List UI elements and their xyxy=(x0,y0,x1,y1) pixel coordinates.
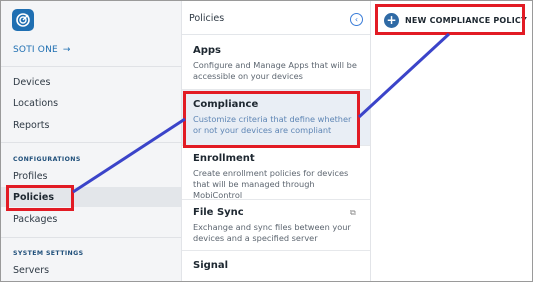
annotation-arrows xyxy=(72,32,451,194)
window-frame: SOTI ONE → Devices Locations Reports CONF… xyxy=(0,0,533,282)
arrow-policies-to-compliance xyxy=(72,117,186,194)
arrow-compliance-to-new-policy xyxy=(357,32,451,119)
